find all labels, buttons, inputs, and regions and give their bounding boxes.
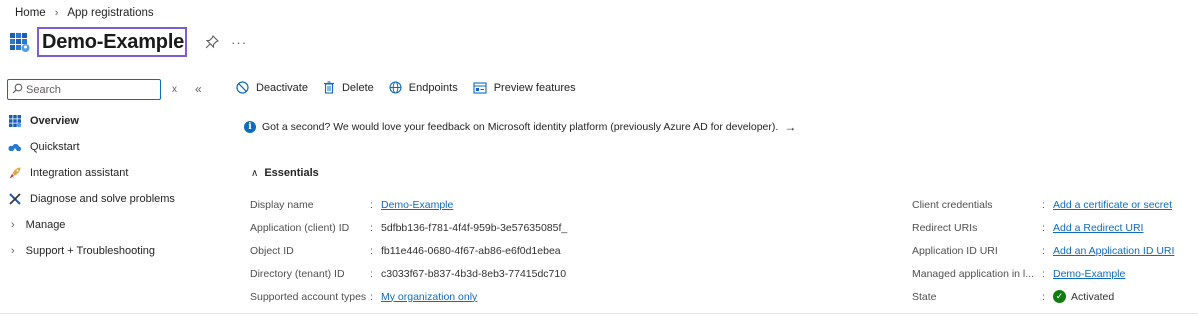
page-title-box: Demo-Example (37, 27, 188, 57)
property-row: Redirect URIs : Add a Redirect URI (912, 216, 1174, 239)
property-colon: : (370, 198, 373, 211)
preview-features-label: Preview features (493, 81, 576, 94)
sidebar-item-label: Quickstart (30, 141, 80, 153)
page-title: Demo-Example (42, 31, 185, 53)
property-row: Directory (tenant) ID : c3033f67-b837-4b… (250, 262, 567, 285)
sidebar-item-quickstart[interactable]: Quickstart (8, 134, 175, 160)
property-row: Managed application in l... : Demo-Examp… (912, 262, 1174, 285)
deactivate-button[interactable]: Deactivate (236, 81, 308, 94)
sidebar-item-label: Diagnose and solve problems (30, 193, 175, 205)
property-colon: : (1042, 244, 1045, 257)
feedback-banner[interactable]: i Got a second? We would love your feedb… (244, 120, 796, 134)
breadcrumb-separator: › (54, 7, 59, 19)
property-label: Object ID (250, 244, 294, 257)
essentials-toggle[interactable]: ∧ Essentials (251, 167, 319, 179)
redirect-uris-link[interactable]: Add a Redirect URI (1053, 222, 1143, 234)
sidebar-item-diagnose[interactable]: Diagnose and solve problems (8, 186, 175, 212)
property-colon: : (1042, 267, 1045, 280)
property-row: Client credentials : Add a certificate o… (912, 193, 1174, 216)
breadcrumb-home-link[interactable]: Home (15, 7, 46, 19)
chevron-up-icon: ∧ (251, 167, 259, 179)
search-input[interactable] (26, 83, 151, 96)
command-bar: Deactivate Delete Endpoints Preview feat… (236, 81, 591, 94)
property-label: Client credentials (912, 198, 993, 211)
client-credentials-link[interactable]: Add a certificate or secret (1053, 199, 1172, 211)
property-row: Application (client) ID : 5dfbb136-f781-… (250, 216, 567, 239)
display-name-link[interactable]: Demo-Example (381, 199, 453, 211)
trash-icon (323, 81, 334, 94)
rocket-icon (8, 166, 22, 180)
feedback-text: Got a second? We would love your feedbac… (262, 121, 779, 133)
preview-features-button[interactable]: Preview features (473, 82, 576, 94)
sidebar-item-support[interactable]: › Support + Troubleshooting (8, 238, 175, 264)
more-options-icon[interactable]: ··· (231, 35, 247, 50)
deactivate-icon (236, 81, 249, 94)
search-box[interactable] (7, 79, 161, 100)
wrench-icon (8, 192, 22, 206)
endpoints-button[interactable]: Endpoints (389, 81, 458, 94)
property-row: Object ID : fb11e446-0680-4f67-ab86-e6f0… (250, 239, 567, 262)
property-row: Supported account types : My organizatio… (250, 285, 567, 308)
tenant-id-value[interactable]: c3033f67-b837-4b3d-8eb3-77415dc710 (381, 268, 566, 280)
property-row: Application ID URI : Add an Application … (912, 239, 1174, 262)
property-label: State (912, 290, 937, 303)
app-registration-icon (9, 31, 31, 53)
arrow-right-icon: → (784, 120, 797, 134)
property-colon: : (1042, 221, 1045, 234)
sidebar-item-label: Overview (30, 115, 79, 127)
chevron-right-icon: › (11, 245, 15, 257)
title-row: Demo-Example ··· (9, 27, 247, 57)
property-colon: : (1042, 290, 1045, 303)
chevron-right-icon: › (11, 219, 15, 231)
grid-icon (8, 114, 22, 128)
cloud-icon (8, 140, 22, 154)
property-colon: : (370, 267, 373, 280)
sidebar-item-manage[interactable]: › Manage (8, 212, 175, 238)
property-row: State : ✓ Activated (912, 285, 1174, 308)
collapse-menu-icon[interactable]: « (195, 82, 202, 96)
application-id-uri-link[interactable]: Add an Application ID URI (1053, 245, 1174, 257)
sidebar-item-label: Integration assistant (30, 167, 129, 179)
breadcrumb-app-registrations-link[interactable]: App registrations (67, 7, 153, 19)
client-id-value[interactable]: 5dfbb136-f781-4f4f-959b-3e57635085f_ (381, 222, 567, 234)
property-colon: : (370, 290, 373, 303)
managed-application-link[interactable]: Demo-Example (1053, 268, 1125, 280)
property-label: Supported account types (250, 290, 367, 303)
delete-label: Delete (341, 81, 374, 94)
property-label: Redirect URIs (912, 221, 978, 234)
property-label: Application ID URI (912, 244, 998, 257)
property-colon: : (1042, 198, 1045, 211)
sidebar-item-label: Manage (25, 219, 66, 231)
info-icon: i (244, 121, 256, 133)
sidebar-item-label: Support + Troubleshooting (25, 245, 156, 257)
delete-button[interactable]: Delete (323, 81, 374, 94)
state-value: ✓ Activated (1053, 290, 1114, 303)
essentials-label: Essentials (264, 167, 319, 179)
pin-icon[interactable] (205, 35, 220, 49)
search-icon (12, 83, 23, 97)
property-label: Application (client) ID (250, 221, 350, 234)
object-id-value[interactable]: fb11e446-0680-4f67-ab86-e6f0d1ebea (381, 245, 561, 257)
property-colon: : (370, 244, 373, 257)
clear-search-icon[interactable]: x (172, 84, 177, 95)
property-label: Directory (tenant) ID (250, 267, 345, 280)
property-label: Managed application in l... (912, 267, 1034, 280)
essentials-right-column: Client credentials : Add a certificate o… (912, 193, 1174, 308)
sidebar-nav: Overview Quickstart Integration assistan… (8, 108, 175, 264)
breadcrumb: Home › App registrations (15, 7, 154, 19)
property-row: Display name : Demo-Example (250, 193, 567, 216)
divider (0, 313, 1198, 314)
globe-icon (389, 81, 402, 94)
state-text: Activated (1071, 290, 1115, 303)
property-colon: : (370, 221, 373, 234)
sidebar-item-integration-assistant[interactable]: Integration assistant (8, 160, 175, 186)
preview-features-icon (473, 81, 487, 94)
endpoints-label: Endpoints (408, 81, 458, 94)
supported-account-types-link[interactable]: My organization only (381, 291, 477, 303)
property-label: Display name (250, 198, 314, 211)
sidebar-item-overview[interactable]: Overview (8, 108, 175, 134)
deactivate-label: Deactivate (256, 81, 308, 94)
essentials-left-column: Display name : Demo-Example Application … (250, 193, 567, 308)
check-circle-icon: ✓ (1053, 290, 1066, 303)
